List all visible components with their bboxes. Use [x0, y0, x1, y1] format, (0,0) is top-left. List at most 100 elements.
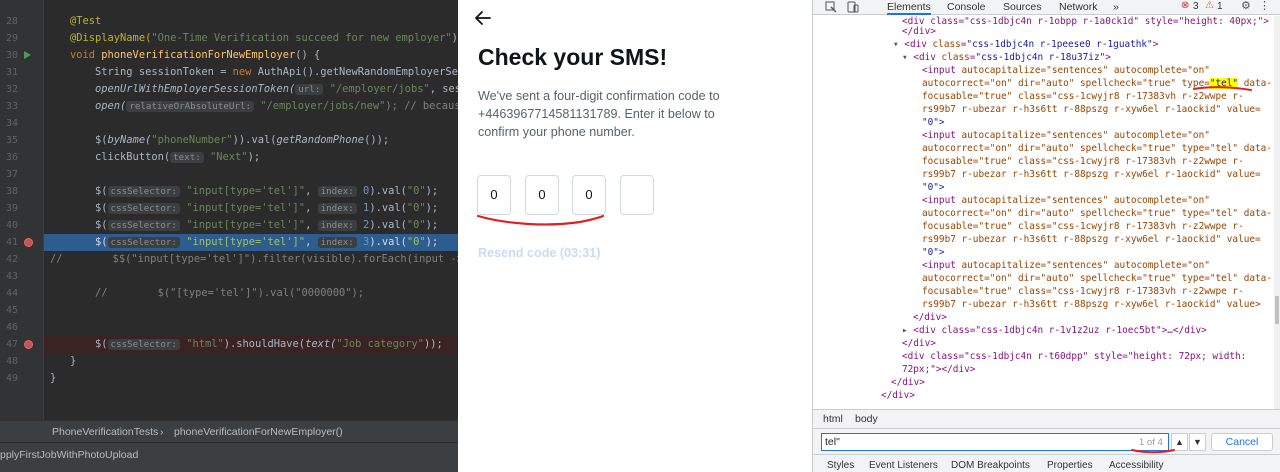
dom-input-attrs[interactable]: rs99b7 r-ubezar r-h3s6tt r-88pszg r-xyw6…	[922, 104, 1261, 115]
dom-node[interactable]: </div>	[902, 338, 936, 349]
code-line[interactable]: String sessionToken = new AuthApi().getN…	[70, 64, 458, 81]
tab-more[interactable]: »	[1113, 1, 1119, 13]
dom-node-collapsed[interactable]: ▸ <div class="css-1dbjc4n r-1v1z2uz r-1o…	[902, 325, 1207, 336]
tab-properties[interactable]: Properties	[1047, 460, 1093, 471]
tab-dom-breakpoints[interactable]: DOM Breakpoints	[951, 460, 1030, 471]
line-number: 49	[5, 373, 18, 384]
code-digit-input[interactable]: 0	[477, 175, 511, 215]
dom-node[interactable]: </div>	[891, 377, 925, 388]
code-digit-input[interactable]: 0	[525, 175, 559, 215]
tab-elements[interactable]: Elements	[887, 1, 931, 15]
code-line-comment[interactable]: // $$("input[type='tel']").filter(visibl…	[50, 251, 458, 268]
dom-node[interactable]: <div class="css-1dbjc4n r-t60dpp" style=…	[902, 351, 1246, 362]
run-test-icon[interactable]	[24, 51, 31, 59]
dom-node-expanded[interactable]: ▾ <div class="css-1dbjc4n r-1peese0 r-1g…	[893, 39, 1158, 50]
red-underline-annotation	[476, 214, 605, 226]
breadcrumb-class[interactable]: PhoneVerificationTests	[52, 426, 158, 438]
back-arrow-icon[interactable]	[473, 8, 493, 28]
devtools-sidebar-tabs: Styles Event Listeners DOM Breakpoints P…	[813, 454, 1280, 472]
code-line[interactable]: @Test	[70, 13, 101, 30]
dom-input-node[interactable]: <input autocapitalize="sentences" autoco…	[922, 195, 1210, 206]
breakpoint-icon[interactable]	[24, 238, 33, 247]
tab-sources[interactable]: Sources	[1003, 1, 1042, 13]
code-line[interactable]: $(cssSelector: "input[type='tel']", inde…	[70, 217, 438, 234]
dom-input-attrs[interactable]: focusable="true" class="css-1cwyjr8 r-17…	[922, 156, 1244, 167]
dom-input-node[interactable]: <input autocapitalize="sentences" autoco…	[922, 130, 1210, 141]
scrollbar-thumb[interactable]	[1275, 296, 1279, 324]
code-line[interactable]: $(cssSelector: "input[type='tel']", inde…	[70, 200, 438, 217]
code-line[interactable]: clickButton(text: "Next");	[70, 149, 260, 166]
dom-input-attrs[interactable]: rs99b7 r-ubezar r-h3s6tt r-88pszg r-xyw6…	[922, 169, 1261, 180]
code-line[interactable]: @DisplayName("One-Time Verification succ…	[70, 30, 458, 47]
tab-accessibility[interactable]: Accessibility	[1109, 460, 1163, 471]
warning-count[interactable]: 1	[1217, 1, 1223, 12]
error-count[interactable]: 3	[1193, 1, 1199, 12]
code-line[interactable]: void phoneVerificationForNewEmployer() {	[70, 47, 320, 64]
code-line[interactable]: openUrlWithEmployerSessionToken(url: "/e…	[70, 81, 458, 98]
code-line[interactable]: }	[70, 353, 76, 370]
tab-console[interactable]: Console	[947, 1, 986, 13]
dom-input-attrs[interactable]: autocorrect="on" dir="auto" spellcheck="…	[922, 273, 1272, 284]
code-line[interactable]: $(cssSelector: "input[type='tel']", inde…	[70, 183, 438, 200]
search-cancel-button[interactable]: Cancel	[1211, 433, 1273, 451]
dom-input-attrs[interactable]: "0">	[922, 247, 945, 258]
devtools-panel: Elements Console Sources Network » ⊗ 3 ⚠…	[812, 0, 1280, 472]
run-configuration-tab[interactable]: pplyFirstJobWithPhotoUpload	[0, 449, 138, 461]
tab-network[interactable]: Network	[1059, 1, 1098, 13]
dom-node[interactable]: </div>	[902, 26, 936, 37]
code-digit-input[interactable]	[620, 175, 654, 215]
breadcrumb-separator: ›	[160, 426, 164, 438]
more-options-icon[interactable]: ⋮	[1259, 0, 1270, 12]
dom-input-attrs[interactable]: "0">	[922, 182, 945, 193]
line-number: 45	[5, 305, 18, 316]
red-underline-annotation	[1193, 86, 1252, 91]
dom-tree[interactable]: <div class="css-1dbjc4n r-1obpp r-1a0ck1…	[813, 16, 1273, 409]
error-icon[interactable]: ⊗	[1181, 0, 1189, 11]
dom-input-attrs[interactable]: rs99b7 r-ubezar r-h3s6tt r-88pszg r-xyw6…	[922, 234, 1261, 245]
dom-input-attrs[interactable]: focusable="true" class="css-1cwyjr8 r-17…	[922, 221, 1244, 232]
code-digit-input[interactable]: 0	[572, 175, 606, 215]
ide-editor[interactable]: 28 29 30 31 32 33 34 35 36 37 38 39 40 4…	[0, 0, 458, 472]
dom-input-attrs[interactable]: rs99b7 r-ubezar r-h3s6tt r-88pszg r-xyw6…	[922, 299, 1261, 310]
code-line-selected[interactable]: $(cssSelector: "input[type='tel']", inde…	[70, 234, 438, 251]
tab-styles[interactable]: Styles	[827, 460, 854, 471]
dom-node[interactable]: 72px;"></div>	[902, 364, 975, 375]
warning-icon[interactable]: ⚠	[1205, 0, 1214, 11]
dom-breadcrumb: html body	[813, 409, 1280, 428]
tab-event-listeners[interactable]: Event Listeners	[869, 460, 938, 471]
dom-node[interactable]: </div>	[881, 390, 915, 401]
search-next-button[interactable]: ▼	[1189, 433, 1206, 451]
dom-node[interactable]: <div class="css-1dbjc4n r-1obpp r-1a0ck1…	[902, 16, 1269, 27]
dom-search-input[interactable]: tel"	[821, 433, 1169, 451]
dom-input-attrs[interactable]: autocorrect="on" dir="auto" spellcheck="…	[922, 208, 1272, 219]
dom-input-attrs[interactable]: autocorrect="on" dir="auto" spellcheck="…	[922, 143, 1272, 154]
breadcrumb-method[interactable]: phoneVerificationForNewEmployer()	[174, 426, 343, 438]
crumb-html[interactable]: html	[823, 413, 843, 425]
breakpoint-icon[interactable]	[24, 340, 33, 349]
line-number: 30	[5, 50, 18, 61]
dom-tree-scrollbar[interactable]	[1274, 16, 1280, 409]
dom-node[interactable]: </div>	[913, 312, 947, 323]
dom-input-attrs[interactable]: "0">	[922, 117, 945, 128]
dom-input-node[interactable]: <input autocapitalize="sentences" autoco…	[922, 65, 1210, 76]
page-description: We've sent a four-digit confirmation cod…	[478, 89, 720, 139]
line-number: 36	[5, 152, 18, 163]
devtools-toolbar: Elements Console Sources Network » ⊗ 3 ⚠…	[813, 0, 1280, 15]
line-number: 33	[5, 101, 18, 112]
code-line[interactable]: $(cssSelector: "html").shouldHave(text("…	[70, 336, 443, 353]
crumb-body[interactable]: body	[855, 413, 878, 425]
code-line[interactable]: $(byName("phoneNumber")).val(getRandomPh…	[70, 132, 389, 149]
sms-verification-page: Check your SMS! We've sent a four-digit …	[458, 0, 812, 472]
settings-icon[interactable]: ⚙	[1241, 0, 1251, 12]
device-toolbar-icon[interactable]	[847, 1, 859, 13]
dom-search-bar: tel" 1 of 4 ▲ ▼ Cancel	[813, 428, 1280, 454]
dom-node-expanded[interactable]: ▾ <div class="css-1dbjc4n r-18u37iz">	[902, 52, 1111, 63]
dom-input-node[interactable]: <input autocapitalize="sentences" autoco…	[922, 260, 1210, 271]
resend-code-link[interactable]: Resend code (03:31)	[478, 246, 600, 260]
code-line-comment[interactable]: // $("[type='tel']").val("0000000");	[70, 285, 364, 302]
code-line[interactable]: }	[50, 370, 56, 387]
line-number: 39	[5, 203, 18, 214]
code-line[interactable]: open(relativeOrAbsoluteUrl: "/employer/j…	[70, 98, 458, 115]
inspect-element-icon[interactable]	[825, 1, 837, 13]
dom-input-attrs[interactable]: focusable="true" class="css-1cwyjr8 r-17…	[922, 286, 1244, 297]
